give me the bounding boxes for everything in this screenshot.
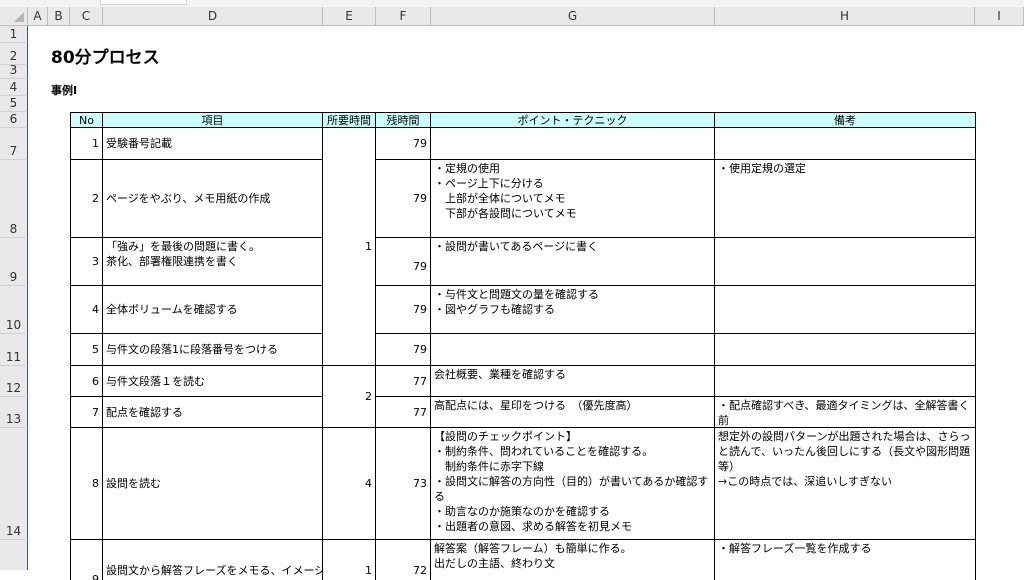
cell-remaining-text: 72 [413,564,427,577]
header-required-time[interactable]: 所要時間 [323,113,376,128]
cell-no[interactable]: 5 [70,334,103,366]
row-header-8[interactable]: 8 [0,160,28,238]
cell-remaining[interactable]: 79 [376,334,431,366]
cell-notes[interactable]: ・使用定規の選定 [715,160,976,238]
cell-no[interactable]: 8 [70,428,103,540]
sheet-tab-edge[interactable] [100,0,187,5]
row-header-9[interactable]: 9 [0,238,28,286]
column-header-f[interactable]: F [376,7,431,26]
cell-no[interactable]: 7 [70,397,103,428]
cell-notes[interactable] [715,334,976,366]
column-header-e[interactable]: E [323,7,376,26]
row-header-4[interactable]: 4 [0,79,28,96]
section-subtitle: 事例Ⅰ [51,84,78,97]
cell-item[interactable]: 設問文から解答フレーズをメモる、イメージする [103,540,323,580]
cell-no-text: 9 [92,573,99,580]
header-no[interactable]: No [70,113,103,128]
cell-remaining[interactable]: 79 [376,238,431,286]
row-header-14[interactable]: 14 [0,428,28,540]
cell-remaining[interactable]: 79 [376,128,431,160]
cell-item[interactable]: 与件文段落１を読む [103,366,323,397]
cell-remaining[interactable]: 77 [376,366,431,397]
page-title: 80分プロセス [51,48,160,68]
cell-required-text: 1 [365,564,372,577]
cell-item[interactable]: 受験番号記載 [103,128,323,160]
cell-notes[interactable] [715,366,976,397]
column-header-b[interactable]: B [48,7,70,26]
cell-item[interactable]: ページをやぶり、メモ用紙の作成 [103,160,323,238]
cell-no[interactable]: 4 [70,286,103,334]
row-header-12[interactable]: 12 [0,366,28,397]
cell-remaining[interactable]: 79 [376,286,431,334]
header-remaining-time[interactable]: 残時間 [376,113,431,128]
cell-item[interactable]: 設問を読む [103,428,323,540]
cell-points[interactable]: ・定規の使用 ・ページ上下に分ける 上部が全体についてメモ 下部が各設問について… [431,160,715,238]
select-all-corner[interactable] [0,7,28,26]
cell-points[interactable]: ・与件文と問題文の量を確認する ・図やグラフも確認する [431,286,715,334]
cell-no[interactable]: 3 [70,238,103,286]
cell-item-text: 設問文から解答フレーズをメモる、イメージする [106,564,322,577]
cell-remaining[interactable]: 79 [376,160,431,238]
column-header-h[interactable]: H [715,7,975,26]
cell-points[interactable]: ・設問が書いてあるページに書く [431,238,715,286]
cell-points[interactable] [431,334,715,366]
cell-points[interactable] [431,128,715,160]
cell-no[interactable]: 1 [70,128,103,160]
cell-remaining[interactable]: 72 [376,540,431,580]
row-header-7[interactable]: 7 [0,128,28,160]
row-header-3[interactable]: 3 [0,63,28,79]
ribbon-edge [0,0,1024,7]
cell-required-group-3[interactable]: 4 [323,428,376,540]
cell-required-group-1[interactable]: 1 [323,128,376,366]
cell-notes[interactable]: ・解答フレーズ一覧を作成する [715,540,976,580]
row-header-13[interactable]: 13 [0,397,28,428]
column-header-a[interactable]: A [28,7,48,26]
column-header-g[interactable]: G [431,7,715,26]
column-header-i[interactable]: I [975,7,1024,26]
cell-required-group-4[interactable]: 1 [323,540,376,580]
cell-points[interactable]: 高配点には、星印をつける （優先度高） [431,397,715,428]
cell-notes[interactable] [715,286,976,334]
cell-remaining[interactable]: 77 [376,397,431,428]
cell-item[interactable]: 全体ボリュームを確認する [103,286,323,334]
cell-item[interactable]: 「強み」を最後の問題に書く。 茶化、部署権限連携を書く [103,238,323,286]
cell-no[interactable]: 6 [70,366,103,397]
row-header-10[interactable]: 10 [0,286,28,334]
row-header-15[interactable] [0,540,28,570]
cell-item[interactable]: 配点を確認する [103,397,323,428]
row-header-11[interactable]: 11 [0,334,28,366]
spreadsheet-grid[interactable]: A B C D E F G H I 1 2 3 4 5 6 7 8 9 10 1… [0,0,1024,580]
cell-notes[interactable] [715,238,976,286]
column-header-d[interactable]: D [103,7,323,26]
cell-notes[interactable]: 想定外の設問パターンが出題された場合は、さらっと読んで、いったん後回しにする（長… [715,428,976,540]
row-header-6[interactable]: 6 [0,112,28,128]
cell-points[interactable]: 解答案（解答フレーム）も簡単に作る。 出だしの主語、終わり文 [431,540,715,580]
row-header-1[interactable]: 1 [0,26,28,43]
header-notes[interactable]: 備考 [715,113,976,128]
cell-points[interactable]: 【設問のチェックポイント】 ・制約条件、問われていることを確認する。 制約条件に… [431,428,715,540]
cell-remaining[interactable]: 73 [376,428,431,540]
header-item[interactable]: 項目 [103,113,323,128]
row-header-5[interactable]: 5 [0,96,28,112]
cell-no[interactable]: 9 [70,540,103,580]
cell-no[interactable]: 2 [70,160,103,238]
cell-notes[interactable] [715,128,976,160]
row-header-2[interactable]: 2 [0,43,28,65]
column-header-c[interactable]: C [70,7,103,26]
header-points[interactable]: ポイント・テクニック [431,113,715,128]
cell-notes[interactable]: ・配点確認すべき、最適タイミングは、全解答書く前 [715,397,976,428]
cell-required-group-2[interactable]: 2 [323,366,376,428]
cell-item[interactable]: 与件文の段落1に段落番号をつける [103,334,323,366]
cell-points[interactable]: 会社概要、業種を確認する [431,366,715,397]
